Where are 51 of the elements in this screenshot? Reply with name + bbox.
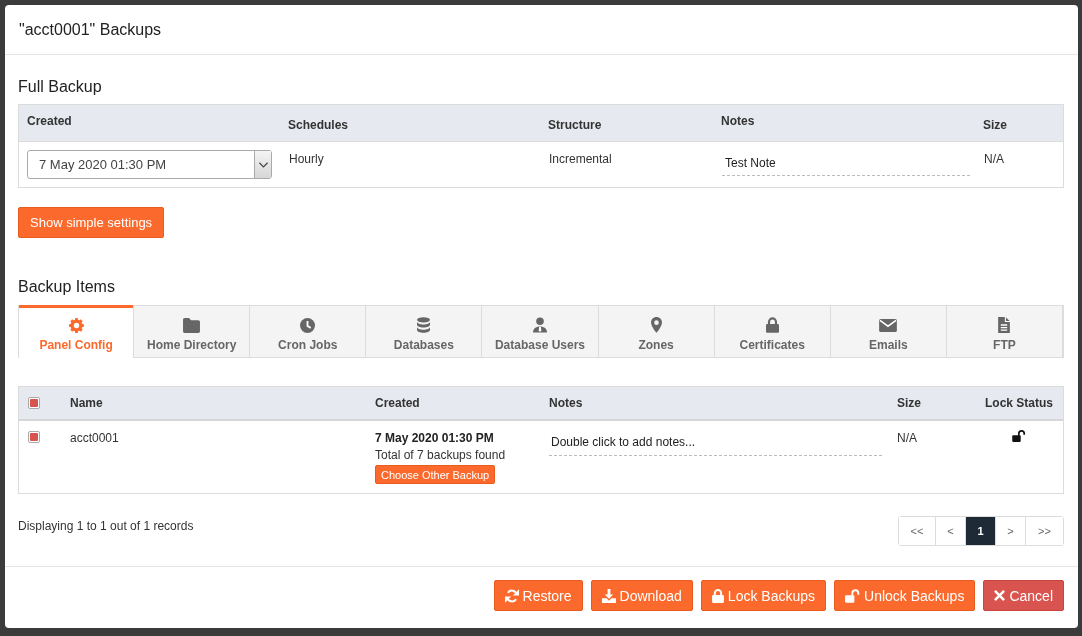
gear-icon [68,317,84,333]
choose-backup-button[interactable]: Choose Other Backup [375,465,496,484]
folder-icon [183,317,201,333]
footer-button[interactable]: Unlock Backups [834,580,976,611]
column-header: Created [27,114,72,128]
column-header: Size [983,118,1007,132]
notes-field[interactable]: Test Note [722,156,970,176]
pagination-button[interactable]: << [899,517,936,545]
table-cell: N/A [897,431,917,445]
created-date: 7 May 2020 01:30 PM [375,431,494,445]
records-summary: Displaying 1 to 1 out of 1 records [18,519,194,533]
table-cell: N/A [984,152,1004,166]
column-header: Notes [549,396,583,410]
envelope-icon [879,318,898,332]
column-header: Name [70,396,103,410]
table-cell: Incremental [549,152,612,166]
column-header: Notes [721,114,755,128]
column-header: Created [375,396,420,410]
database-icon [417,317,431,333]
footer-button[interactable]: Lock Backups [700,580,826,611]
notes-field[interactable]: Double click to add notes... [549,435,882,456]
footer-button[interactable]: Restore [493,580,583,611]
show-settings-button[interactable]: Show simple settings [18,207,165,238]
user-icon [533,317,547,333]
backups-count: Total of 7 backups found [375,448,506,462]
clock-icon [300,317,316,333]
section-heading: Backup Items [18,277,115,297]
file-icon [998,317,1011,333]
date-select[interactable]: 7 May 2020 01:30 PM [27,150,272,179]
footer-button[interactable]: Cancel [983,580,1064,611]
tab[interactable]: Panel Config [18,305,135,358]
unlock-icon [845,588,860,603]
caret-icon [258,161,268,168]
dialog-title: "acct0001" Backups [19,20,162,39]
lock-icon [765,317,779,333]
footer-button[interactable]: Download [590,580,693,611]
row-checkbox[interactable] [28,431,40,443]
table-cell: acct0001 [70,431,119,445]
column-header: Size [897,396,921,410]
table-cell: Hourly [289,152,324,166]
close-icon [994,590,1006,601]
column-header: Schedules [288,118,349,132]
column-header: Lock Status [985,396,1053,410]
select-all-checkbox[interactable] [28,397,40,409]
section-heading: Full Backup [18,77,102,97]
pagination-button[interactable]: 1 [966,517,996,545]
download-icon [601,588,616,603]
map-pin-icon [650,317,662,333]
column-header: Structure [548,118,602,132]
refresh-icon [504,588,519,603]
lock-icon [711,588,724,603]
